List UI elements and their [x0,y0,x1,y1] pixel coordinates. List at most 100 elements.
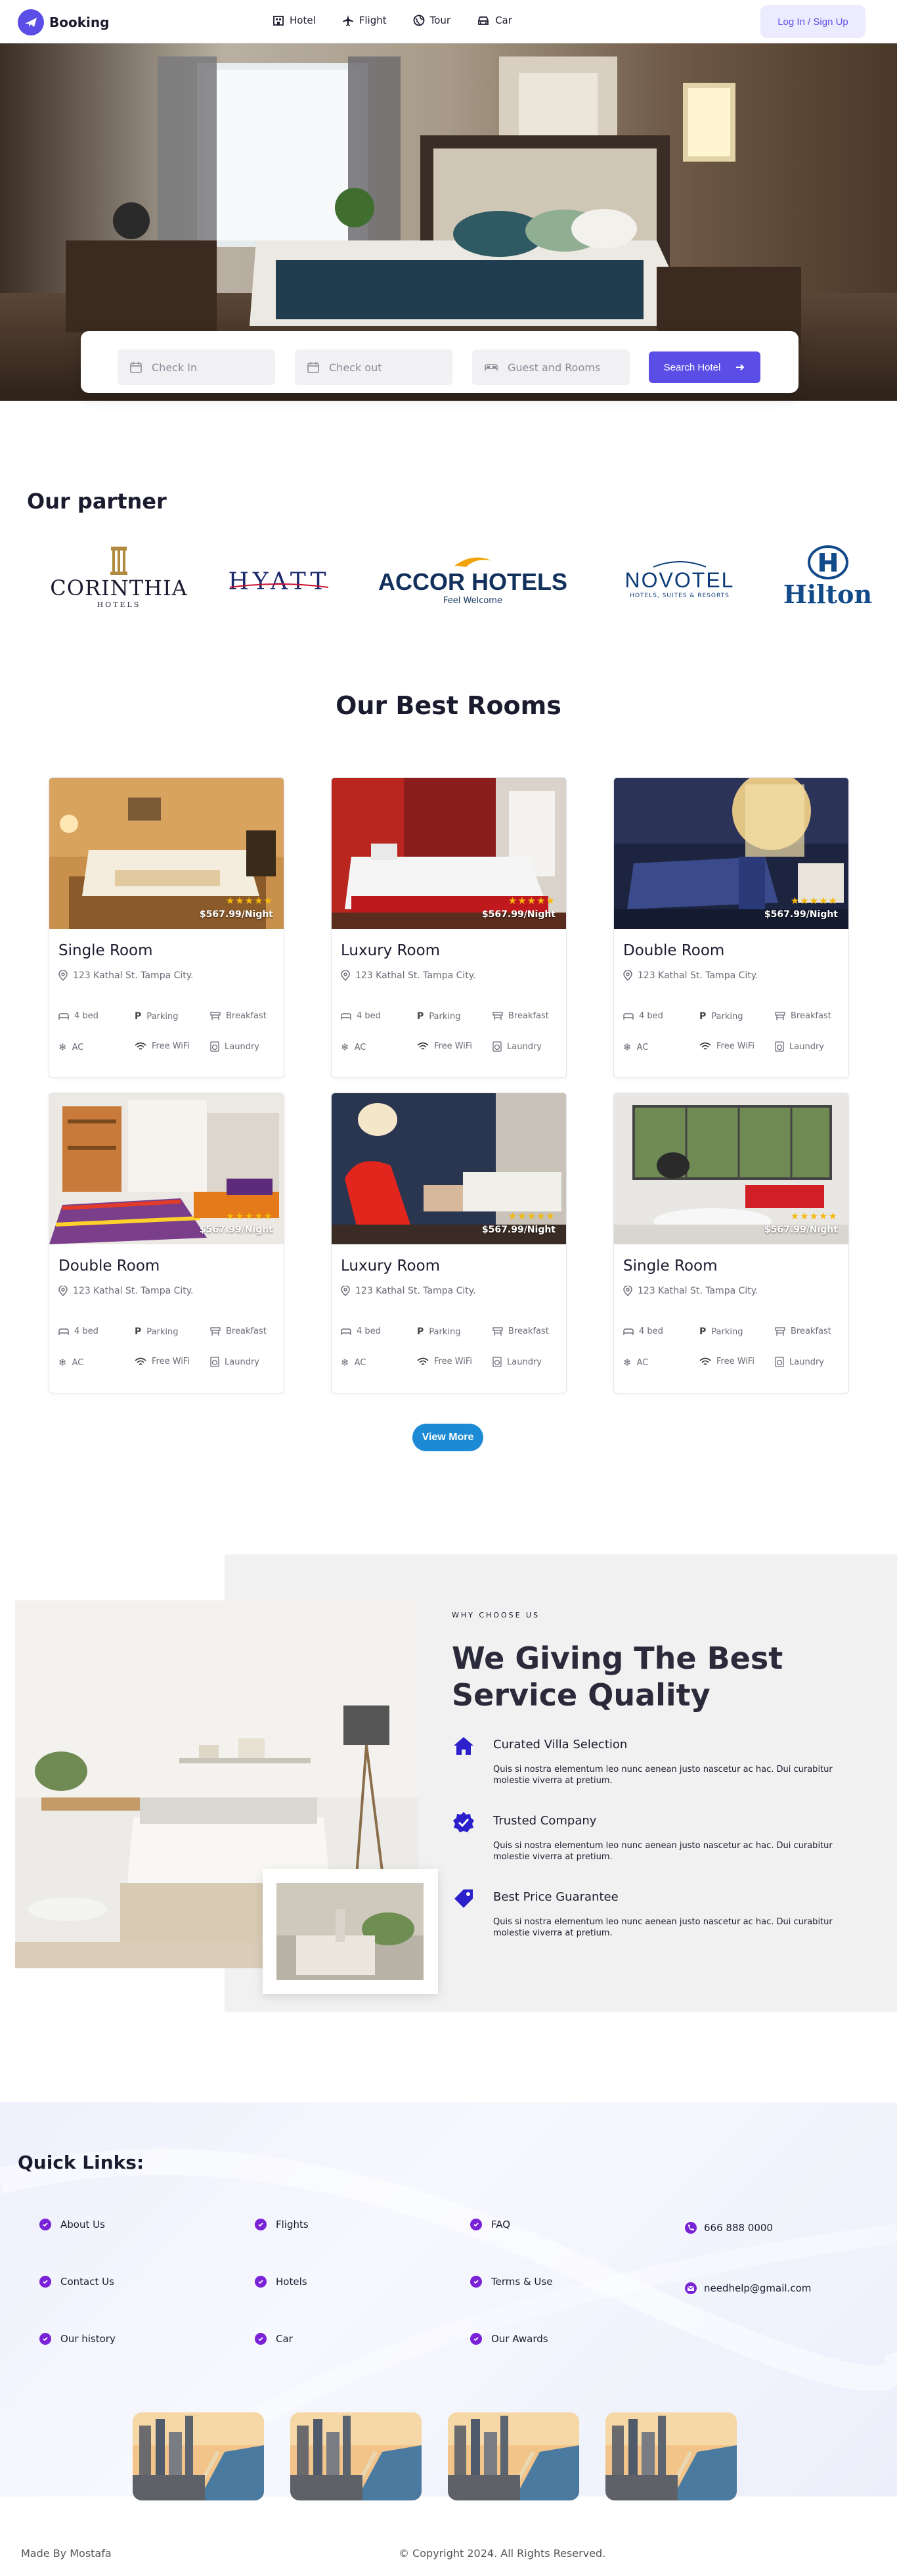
room-title: Double Room [58,1257,160,1275]
amenity-label: Parking [711,1011,743,1022]
check-circle-icon [39,2333,51,2345]
amenity-laundry: Laundry [775,1041,824,1052]
snowflake-icon: ❄ [623,1041,632,1053]
amenity-label: AC [636,1042,649,1052]
accor-bird-icon [454,557,491,567]
breakfast-icon [492,1011,503,1020]
amenity-label: Breakfast [508,1011,549,1021]
footer-link-flights[interactable]: Flights [255,2219,309,2230]
amenity-wifi: Free WiFi [135,1357,190,1367]
room-card[interactable]: ★★★★★ $567.99/Night Luxury Room 123 Kath… [331,777,567,1078]
amenity-label: Breakfast [226,1326,267,1336]
footer-link-awards[interactable]: Our Awards [470,2333,548,2345]
footer-link-car[interactable]: Car [255,2333,293,2345]
address-text: 123 Kathal St. Tampa City. [638,970,758,981]
room-title: Single Room [58,942,153,959]
check-circle-icon [255,2333,267,2345]
amenity-label: Free WiFi [152,1357,190,1367]
nav-item-tour[interactable]: Tour [413,14,450,26]
room-address: 123 Kathal St. Tampa City. [341,1286,476,1296]
check-in-field[interactable]: Check In [118,350,275,385]
footer-link-faq[interactable]: FAQ [470,2219,510,2230]
amenity-label: 4 bed [639,1011,663,1021]
footer-email[interactable]: needhelp@gmail.com [684,2282,811,2295]
address-text: 123 Kathal St. Tampa City. [73,970,194,981]
footer-link-label: Our history [60,2333,116,2345]
check-out-field[interactable]: Check out [295,350,452,385]
nav-item-flight[interactable]: Flight [342,14,387,26]
room-address: 123 Kathal St. Tampa City. [58,1286,194,1296]
nav-item-label: Tour [429,14,451,26]
partner-name: CORINTHIA [50,575,188,600]
why-item-title: Curated Villa Selection [493,1738,628,1751]
room-address: 123 Kathal St. Tampa City. [341,970,476,981]
why-item-desc: Quis si nostra elementum leo nunc aenean… [493,1841,833,1862]
brand-logo[interactable]: Booking [18,9,109,35]
search-button-label: Search Hotel [663,361,721,373]
why-inset-photo [263,1869,438,1994]
check-circle-icon [470,2276,482,2288]
partner-logo-corinthia[interactable]: CORINTHIA HOTELS [43,537,194,616]
room-card[interactable]: ★★★★★ $567.99/Night Luxury Room 123 Kath… [331,1093,567,1393]
footer-link-label: Hotels [276,2276,307,2288]
why-item-title: Best Price Guarantee [493,1890,619,1904]
bed-icon [58,1328,69,1335]
amenity-parking: P Parking [417,1011,460,1022]
nav-item-hotel[interactable]: Hotel [273,14,316,26]
partner-logo-hilton[interactable]: Hilton [777,537,879,616]
footer-link-contact-us[interactable]: Contact Us [39,2276,114,2288]
gallery-thumbnail[interactable] [605,2412,737,2500]
wifi-icon [417,1357,429,1365]
verified-badge-icon [453,1812,474,1832]
gallery-thumbnail[interactable] [448,2412,579,2500]
room-card[interactable]: ★★★★★ $567.99/Night Single Room 123 Kath… [49,777,284,1078]
washing-machine-icon [492,1041,502,1052]
room-price: $567.99/Night [199,1225,273,1235]
amenity-label: Laundry [507,1041,542,1052]
address-text: 123 Kathal St. Tampa City. [355,1286,476,1296]
view-more-button[interactable]: View More [412,1424,483,1451]
nav-item-car[interactable]: Car [477,14,512,26]
partner-logo-accor[interactable]: ACCOR HOTELS Feel Welcome [374,551,571,610]
login-signup-button[interactable]: Log In / Sign Up [760,5,865,38]
footer-link-hotels[interactable]: Hotels [255,2276,307,2288]
guests-rooms-field[interactable]: Guest and Rooms [472,350,630,385]
amenity-breakfast: Breakfast [775,1326,831,1336]
check-out-placeholder: Check out [329,361,382,374]
footer-link-about-us[interactable]: About Us [39,2219,105,2230]
search-hotel-button[interactable]: Search Hotel [649,351,760,383]
amenity-label: 4 bed [639,1326,663,1336]
footer-link-our-history[interactable]: Our history [39,2333,116,2345]
amenity-label: AC [354,1042,366,1052]
room-card[interactable]: ★★★★★ $567.99/Night Double Room 123 Kath… [49,1093,284,1393]
amenity-label: 4 bed [74,1011,98,1021]
house-icon [454,1737,473,1755]
room-price: $567.99/Night [764,909,838,920]
footer-link-terms[interactable]: Terms & Use [470,2276,552,2288]
amenity-parking: P Parking [135,1326,178,1337]
snowflake-icon: ❄ [341,1357,349,1368]
room-title: Luxury Room [341,1257,441,1275]
room-card[interactable]: ★★★★★ $567.99/Night Single Room 123 Kath… [613,1093,849,1393]
amenity-label: Free WiFi [716,1041,755,1051]
address-text: 123 Kathal St. Tampa City. [73,1286,194,1296]
partner-logo-hyatt[interactable]: HYATT [223,558,335,598]
novotel-arc-icon [653,560,707,568]
amenity-label: AC [636,1357,649,1368]
nav-item-label: Car [495,14,512,26]
gallery-thumbnail[interactable] [133,2412,264,2500]
breakfast-icon [210,1011,221,1020]
gallery-thumbnail[interactable] [290,2412,422,2500]
amenity-label: Parking [711,1326,743,1337]
amenity-laundry: Laundry [492,1041,542,1052]
amenity-label: 4 bed [74,1326,98,1336]
location-pin-icon [341,1286,350,1296]
room-price: $567.99/Night [481,909,556,920]
amenity-label: 4 bed [357,1326,381,1336]
room-title: Luxury Room [341,942,441,959]
footer-phone[interactable]: 666 888 0000 [684,2221,773,2234]
amenity-parking: P Parking [699,1011,743,1022]
partner-logo-novotel[interactable]: NOVOTEL HOTELS, SUITES & RESORTS [607,549,752,608]
room-card[interactable]: ★★★★★ $567.99/Night Double Room 123 Kath… [613,777,849,1078]
bed-icon [623,1328,634,1335]
